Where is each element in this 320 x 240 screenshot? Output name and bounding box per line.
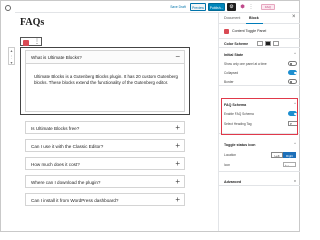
faq-question[interactable]: Is Ultimate Blocks free? <box>31 126 79 131</box>
ultimate-blocks-icon[interactable]: ⬢ <box>238 3 247 11</box>
faq-panel-closed[interactable]: Is Ultimate Blocks free? + <box>25 121 185 134</box>
option-label: Border <box>224 80 234 84</box>
faq-panel-header[interactable]: What is Ultimate Blocks? − <box>26 51 184 64</box>
block-more-icon[interactable]: ⋮ <box>34 38 40 46</box>
faq-question[interactable]: How much does it cost? <box>31 162 80 167</box>
content-toggle-block-icon[interactable] <box>22 39 29 46</box>
block-name: Content Toggle Panel <box>232 29 267 33</box>
chevron-down-icon[interactable]: v <box>294 178 296 183</box>
option-label: Collapsed <box>224 71 239 75</box>
toggle-status-icon-header[interactable]: Toggle status icon ^ <box>219 140 300 149</box>
sidebar-tabs: Document Block × <box>219 13 300 24</box>
page-title[interactable]: FAQs <box>20 17 44 28</box>
collapsed-toggle[interactable] <box>288 70 297 75</box>
color-swatch[interactable] <box>265 40 271 46</box>
advanced-section[interactable]: Advanced v <box>219 177 300 186</box>
faq-answer[interactable]: Ultimate Blocks is a Gutenberg Blocks pl… <box>34 74 178 87</box>
section-divider <box>219 85 300 86</box>
section-title: Color Scheme <box>224 41 249 46</box>
expand-plus-icon[interactable]: + <box>175 123 180 133</box>
block-mover[interactable]: ▲ ⋮ ▼ <box>8 47 15 65</box>
faq-panel-closed[interactable]: Can I use it with the Classic Editor? + <box>25 139 185 152</box>
tab-block[interactable]: Block <box>249 16 259 20</box>
faq-schema-highlight <box>221 98 298 135</box>
left-rail <box>1 1 15 231</box>
more-options-icon[interactable]: ⋮ <box>248 3 254 11</box>
color-swatch[interactable] <box>257 40 263 46</box>
section-title: Advanced <box>224 179 242 184</box>
wordpress-logo-icon[interactable] <box>5 5 11 11</box>
faq-question[interactable]: Where can I download the plugin? <box>31 180 100 185</box>
section-title: Toggle status icon <box>224 142 256 147</box>
expand-plus-icon[interactable]: + <box>175 159 180 169</box>
expand-plus-icon[interactable]: + <box>175 195 180 205</box>
expand-plus-icon[interactable]: + <box>175 141 180 151</box>
chevron-up-icon[interactable]: ^ <box>294 141 296 146</box>
icon-select[interactable]: + − <box>283 162 296 167</box>
publish-button[interactable]: Publish... <box>208 3 225 11</box>
collapse-minus-icon[interactable]: − <box>175 52 180 62</box>
color-swatch[interactable] <box>273 40 279 46</box>
move-down-icon[interactable]: ▼ <box>9 60 14 66</box>
location-right-button[interactable]: Right <box>283 152 296 158</box>
initial-state-header[interactable]: Initial State ^ <box>219 50 300 59</box>
toggle-knob <box>289 80 293 84</box>
faq-panel-closed[interactable]: How much does it cost? + <box>25 157 185 170</box>
border-toggle[interactable] <box>288 79 297 84</box>
block-card: Content Toggle Panel <box>219 24 300 39</box>
toggle-knob <box>294 71 297 75</box>
section-divider <box>219 171 300 172</box>
one-panel-toggle[interactable] <box>288 61 297 66</box>
faq-panel-closed[interactable]: Can I install it from WordPress dashboar… <box>25 193 185 206</box>
block-toolbar[interactable]: ⋮ <box>20 37 42 46</box>
save-draft-button[interactable]: Save Draft <box>168 3 188 11</box>
settings-gear-icon[interactable]: ⚙ <box>227 3 236 11</box>
toggle-knob <box>289 62 293 66</box>
faq-question[interactable]: Can I install it from WordPress dashboar… <box>31 198 119 203</box>
faq-tag-badge[interactable]: FAQ <box>261 4 275 10</box>
color-scheme-section[interactable]: Color Scheme <box>219 39 300 48</box>
close-icon[interactable]: × <box>292 14 296 20</box>
faq-question[interactable]: Can I use it with the Classic Editor? <box>31 144 103 149</box>
faq-panel-closed[interactable]: Where can I download the plugin? + <box>25 175 185 188</box>
faq-question[interactable]: What is Ultimate Blocks? <box>31 55 82 60</box>
location-segmented-control: Left Right <box>219 152 300 158</box>
option-label: Icon <box>224 163 231 167</box>
editor-topbar: Save Draft Preview Publish... ⚙ ⬢ ⋮ FAQ <box>1 1 299 13</box>
preview-button[interactable]: Preview <box>190 3 206 11</box>
content-toggle-block-icon <box>224 29 229 34</box>
tab-document[interactable]: Document <box>224 16 240 20</box>
section-title: Initial State <box>224 52 244 57</box>
option-label: Show only one panel at a time <box>224 62 267 66</box>
faq-panel-open[interactable]: What is Ultimate Blocks? − Ultimate Bloc… <box>25 50 185 112</box>
location-left-button[interactable]: Left <box>271 152 283 158</box>
chevron-up-icon[interactable]: ^ <box>294 51 296 56</box>
expand-plus-icon[interactable]: + <box>175 177 180 187</box>
